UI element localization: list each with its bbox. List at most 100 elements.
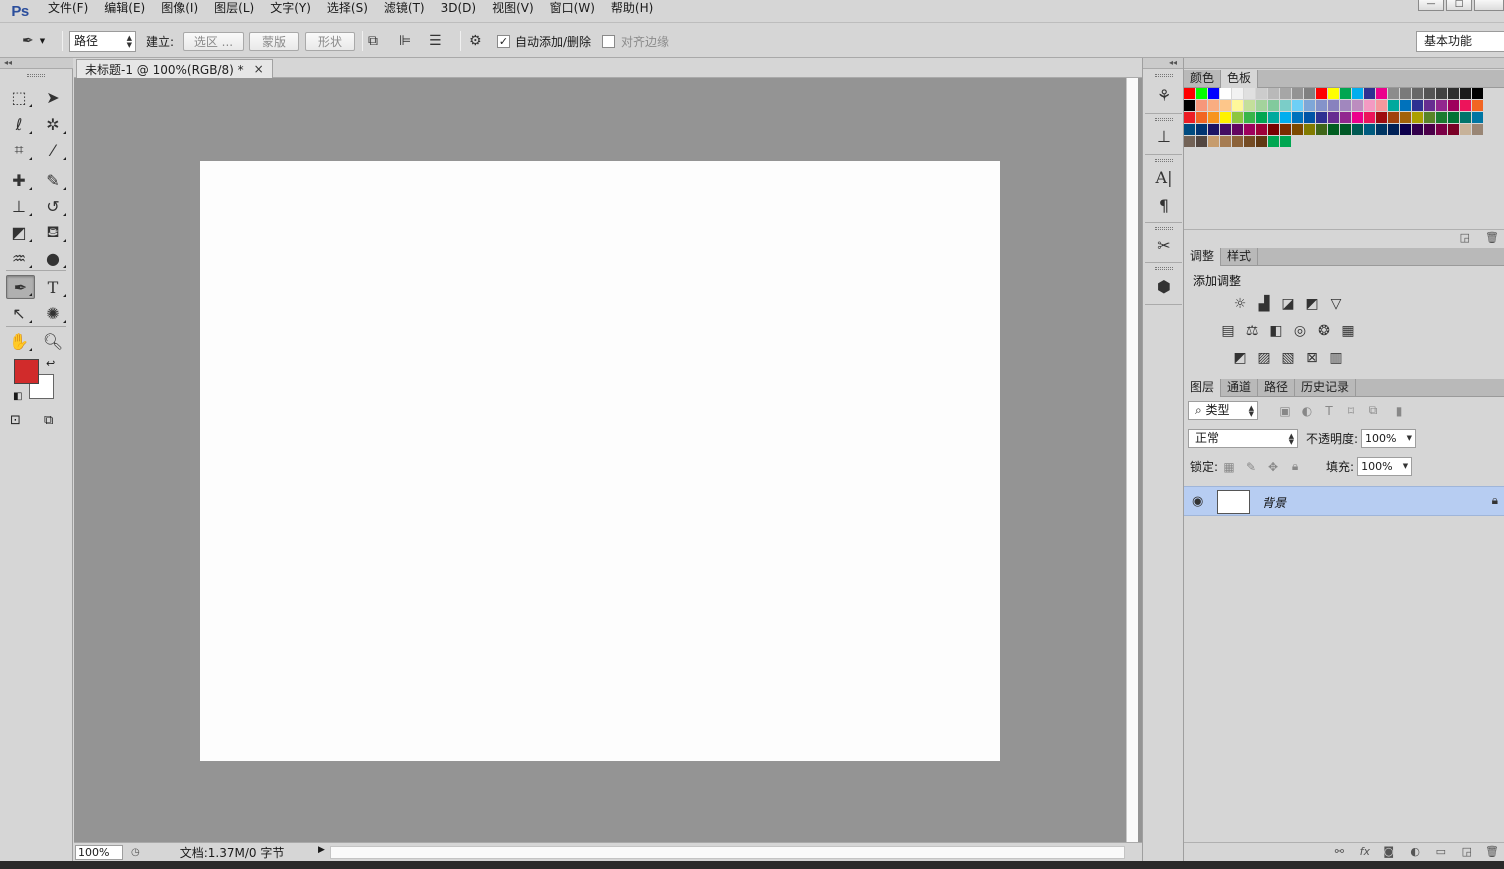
color-swatch[interactable] [1208, 124, 1220, 136]
3d-cube-icon[interactable]: ⬢ [1151, 274, 1177, 298]
link-layers-icon[interactable]: ⚯ [1335, 845, 1344, 858]
color-swatch[interactable] [1304, 88, 1316, 100]
blur-tool[interactable]: ♒ [4, 246, 34, 270]
custom-shape-tool[interactable]: ✺ [38, 301, 68, 325]
panel-grip[interactable] [1155, 74, 1173, 77]
color-swatch[interactable] [1436, 112, 1448, 124]
eye-icon[interactable]: ◉ [1192, 494, 1203, 509]
photo-filter-icon[interactable]: ◎ [1288, 320, 1312, 342]
filter-type-icon[interactable]: T [1318, 404, 1340, 418]
character-icon[interactable]: A| [1151, 165, 1177, 189]
magic-wand-tool[interactable]: ✲ [38, 112, 68, 136]
quick-mask-icon[interactable]: ⊡ [10, 413, 21, 428]
color-swatch[interactable] [1268, 124, 1280, 136]
clone-source-icon[interactable]: ⊥ [1151, 124, 1177, 148]
color-swatch[interactable] [1196, 112, 1208, 124]
color-swatch[interactable] [1448, 88, 1460, 100]
color-swatch[interactable] [1232, 124, 1244, 136]
fill-field[interactable]: 100% ▼ [1357, 457, 1413, 476]
color-swatch[interactable] [1352, 112, 1364, 124]
color-swatch[interactable] [1376, 124, 1388, 136]
color-swatch[interactable] [1460, 100, 1472, 112]
menu-window[interactable]: 窗口(W) [542, 0, 603, 22]
hand-tool[interactable]: ✋ [4, 329, 34, 353]
color-swatch[interactable] [1352, 124, 1364, 136]
paint-bucket-tool[interactable]: ⛾ [38, 220, 68, 244]
color-swatch[interactable] [1256, 124, 1268, 136]
menu-image[interactable]: 图像(I) [153, 0, 206, 22]
clone-stamp-tool[interactable]: ⊥ [4, 194, 34, 218]
color-swatch[interactable] [1460, 124, 1472, 136]
panel-grip[interactable] [1155, 118, 1173, 121]
filter-shape-icon[interactable]: ⌑ [1340, 404, 1362, 418]
color-swatch[interactable] [1220, 136, 1232, 148]
dodge-tool[interactable]: ● [38, 246, 68, 270]
new-swatch-icon[interactable]: ◲ [1460, 231, 1470, 244]
color-swatch[interactable] [1316, 100, 1328, 112]
color-swatch[interactable] [1184, 124, 1196, 136]
color-swatch[interactable] [1244, 112, 1256, 124]
color-swatch[interactable] [1328, 88, 1340, 100]
color-swatch[interactable] [1268, 136, 1280, 148]
color-swatch[interactable] [1388, 88, 1400, 100]
zoom-tool[interactable]: 🔍︎ [38, 329, 68, 353]
color-swatch[interactable] [1220, 100, 1232, 112]
spot-healing-tool[interactable]: ✚ [4, 168, 34, 192]
color-swatch[interactable] [1448, 112, 1460, 124]
invert-icon[interactable]: ◩ [1228, 347, 1252, 369]
panel-grip[interactable] [1155, 227, 1173, 230]
color-swatch[interactable] [1232, 88, 1244, 100]
color-swatch[interactable] [1256, 136, 1268, 148]
color-swatch[interactable] [1340, 112, 1352, 124]
blend-mode-select[interactable]: 正常 ▲ ▼ [1188, 429, 1298, 448]
align-edges-checkbox[interactable] [602, 34, 615, 48]
brightness-contrast-icon[interactable]: ☼ [1228, 293, 1252, 315]
menu-3d[interactable]: 3D(D) [433, 0, 484, 22]
color-balance-icon[interactable]: ⚖ [1240, 320, 1264, 342]
color-swatch[interactable] [1196, 88, 1208, 100]
color-swatch[interactable] [1400, 124, 1412, 136]
lock-pixels-icon[interactable]: ✎ [1240, 460, 1262, 474]
color-swatch[interactable] [1244, 100, 1256, 112]
color-swatch[interactable] [1256, 88, 1268, 100]
paragraph-icon[interactable]: ¶ [1151, 193, 1177, 217]
color-swatch[interactable] [1328, 124, 1340, 136]
color-swatch[interactable] [1244, 136, 1256, 148]
lock-all-icon[interactable]: 🔒︎ [1284, 459, 1306, 474]
eyedropper-tool[interactable]: ⁄ [38, 138, 68, 162]
brush-presets-icon[interactable]: ⚘ [1151, 83, 1177, 107]
panel-grip[interactable] [1155, 267, 1173, 270]
vibrance-icon[interactable]: ▽ [1324, 293, 1348, 315]
color-swatch[interactable] [1412, 88, 1424, 100]
screen-mode-icon[interactable]: ⧉ [44, 413, 53, 428]
tool-presets-icon[interactable]: ✂ [1151, 233, 1177, 257]
maximize-button[interactable]: □ [1446, 0, 1472, 11]
color-swatch[interactable] [1424, 124, 1436, 136]
color-swatch[interactable] [1208, 100, 1220, 112]
new-adjustment-icon[interactable]: ◐ [1410, 845, 1420, 858]
lasso-tool[interactable]: ℓ [4, 112, 34, 136]
layer-filter-select[interactable]: ⌕ 类型 ▲ ▼ [1188, 401, 1258, 420]
color-swatch[interactable] [1472, 88, 1484, 100]
color-swatch[interactable] [1268, 88, 1280, 100]
color-swatch[interactable] [1460, 88, 1472, 100]
filter-toggle-icon[interactable]: ▮ [1388, 404, 1410, 418]
color-swatch[interactable] [1376, 100, 1388, 112]
path-arrangement-icon[interactable]: ☰ [429, 33, 442, 49]
pen-tool[interactable]: ✒ [6, 275, 35, 299]
path-alignment-icon[interactable]: ⊫ [399, 33, 411, 49]
color-swatch[interactable] [1304, 100, 1316, 112]
path-selection-tool[interactable]: ↖ [4, 301, 34, 325]
panel-grip[interactable] [1155, 159, 1173, 162]
close-button[interactable] [1474, 0, 1504, 11]
tab-channels[interactable]: 通道 [1221, 379, 1259, 397]
color-swatch[interactable] [1208, 88, 1220, 100]
color-lookup-icon[interactable]: ▦ [1336, 320, 1360, 342]
pen-tool-preset[interactable]: ✒ ▼ [22, 30, 45, 52]
color-swatch[interactable] [1292, 112, 1304, 124]
hue-saturation-icon[interactable]: ▤ [1216, 320, 1240, 342]
minimize-button[interactable]: — [1418, 0, 1444, 11]
color-swatch[interactable] [1340, 88, 1352, 100]
color-swatch[interactable] [1436, 88, 1448, 100]
color-swatch[interactable] [1400, 112, 1412, 124]
